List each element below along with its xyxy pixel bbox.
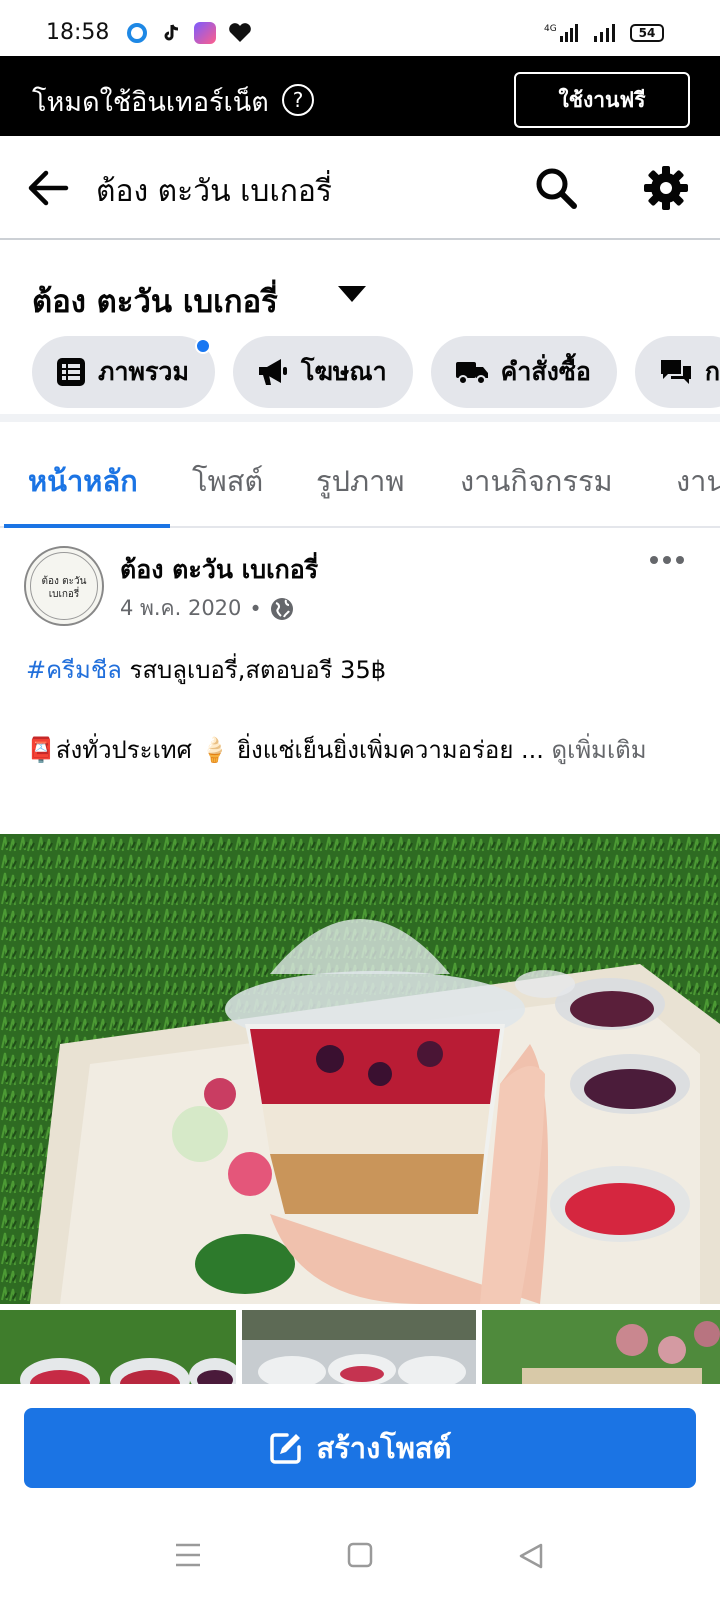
page-header: ต้อง ตะวัน เบเกอรี่ ภาพรวม โฆษณา คำสั่งซ… <box>0 240 720 422</box>
notification-app-icon <box>126 22 148 44</box>
system-nav-bar <box>0 1512 720 1600</box>
post-meta: 4 พ.ค. 2020 • <box>120 592 294 625</box>
battery-indicator: 54 <box>630 24 664 42</box>
lazada-icon <box>228 22 251 44</box>
avatar-logo-line2: เบเกอรี่ <box>48 589 80 600</box>
use-free-button[interactable]: ใช้งานฟรี <box>514 72 690 128</box>
status-right: 4G 54 <box>544 22 664 44</box>
gear-icon[interactable] <box>642 164 690 212</box>
post-date[interactable]: 4 พ.ค. 2020 <box>120 592 241 625</box>
chat-bubbles-icon <box>660 360 691 384</box>
megaphone-icon <box>258 359 287 385</box>
create-post-bar: สร้างโพสต์ <box>0 1384 720 1512</box>
top-app-bar: ต้อง ตะวัน เบเกอรี่ <box>0 136 720 240</box>
free-mode-banner: โหมดใช้อินเทอร์เน็ต ? ใช้งานฟรี <box>0 56 720 136</box>
post-author[interactable]: ต้อง ตะวัน เบเกอรี่ <box>120 550 318 590</box>
tab-jobs[interactable]: งาน <box>676 458 720 504</box>
chip-label: ภาพรวม <box>98 357 189 386</box>
post-line-2: 📮ส่งทั่วประเทศ 🍦 ยิ่งแช่เย็นยิ่งเพิ่มควา… <box>26 730 706 770</box>
chip-label: โฆษณา <box>300 357 387 386</box>
tab-home[interactable]: หน้าหลัก <box>28 458 138 504</box>
chip-label: ก <box>704 357 720 386</box>
status-time: 18:58 <box>46 20 110 45</box>
tab-events[interactable]: งานกิจกรรม <box>460 458 613 504</box>
menu-icon[interactable] <box>174 1542 202 1568</box>
avatar-logo: ต้อง ตะวัน เบเกอรี่ <box>30 552 98 620</box>
thumbnail-photo-1[interactable] <box>0 1310 236 1384</box>
post-line-1-text: รสบลูเบอรี่,สตอบอรี 35฿ <box>121 656 386 684</box>
notification-dot <box>194 338 211 354</box>
edit-icon <box>269 1433 301 1464</box>
see-more-link[interactable]: ดูเพิ่มเติม <box>544 736 647 764</box>
create-post-label: สร้างโพสต์ <box>316 1431 452 1465</box>
truck-icon <box>455 362 488 385</box>
chip-orders[interactable]: คำสั่งซื้อ <box>430 336 617 408</box>
status-bar: 18:58 4G 54 <box>0 0 720 56</box>
home-square-icon[interactable] <box>347 1542 373 1568</box>
page-action-chips: ภาพรวม โฆษณา คำสั่งซื้อ ก <box>32 336 720 408</box>
help-icon[interactable]: ? <box>282 84 314 116</box>
post-line-2-text: 📮ส่งทั่วประเทศ 🍦 ยิ่งแช่เย็นยิ่งเพิ่มควา… <box>26 736 544 764</box>
page-tabs: หน้าหลัก โพสต์ รูปภาพ งานกิจกรรม งาน <box>0 430 720 528</box>
chip-ads[interactable]: โฆษณา <box>232 336 413 408</box>
meta-separator: • <box>249 596 262 621</box>
free-mode-text: โหมดใช้อินเทอร์เน็ต <box>32 87 269 118</box>
tab-posts[interactable]: โพสต์ <box>192 458 263 504</box>
chip-messages[interactable]: ก <box>634 336 720 408</box>
page-name[interactable]: ต้อง ตะวัน เบเกอรี่ <box>32 276 278 326</box>
thumbnail-photo-3[interactable] <box>482 1310 720 1384</box>
app-bar-title: ต้อง ตะวัน เบเกอรี่ <box>96 174 333 209</box>
cheesecake-cup-photo <box>0 834 720 1304</box>
back-triangle-icon[interactable] <box>518 1542 544 1570</box>
avatar[interactable]: ต้อง ตะวัน เบเกอรี่ <box>24 546 104 626</box>
hashtag-link[interactable]: #ครีมชีล <box>26 656 122 684</box>
signal-icon <box>594 24 615 42</box>
globe-icon <box>270 597 293 620</box>
post-line-1: #ครีมชีล รสบลูเบอรี่,สตอบอรี 35฿ <box>26 650 706 690</box>
avatar-logo-line1: ต้อง ตะวัน <box>41 576 87 587</box>
tab-photos[interactable]: รูปภาพ <box>316 458 405 504</box>
active-tab-indicator <box>4 524 170 528</box>
page-switch-caret-icon[interactable] <box>338 286 366 302</box>
chip-label: คำสั่งซื้อ <box>500 357 591 386</box>
tiktok-icon <box>160 22 182 44</box>
shortcut-app-icon <box>194 22 216 44</box>
post-main-photo[interactable] <box>0 834 720 1304</box>
search-icon[interactable] <box>534 166 578 210</box>
post-body: #ครีมชีล รสบลูเบอรี่,สตอบอรี 35฿ 📮ส่งทั่… <box>26 650 706 770</box>
post-photo-thumbnails <box>0 1310 720 1384</box>
chip-overview[interactable]: ภาพรวม <box>32 336 215 408</box>
back-arrow-icon[interactable] <box>26 168 70 208</box>
more-options-icon[interactable] <box>650 556 684 564</box>
svg-text:4G: 4G <box>544 24 557 34</box>
thumbnail-photo-2[interactable] <box>242 1310 476 1384</box>
post-header: ต้อง ตะวัน เบเกอรี่ ต้อง ตะวัน เบเกอรี่ … <box>0 530 720 640</box>
signal-4g-icon: 4G <box>544 24 578 42</box>
create-post-button[interactable]: สร้างโพสต์ <box>24 1408 696 1488</box>
list-icon <box>57 358 85 386</box>
